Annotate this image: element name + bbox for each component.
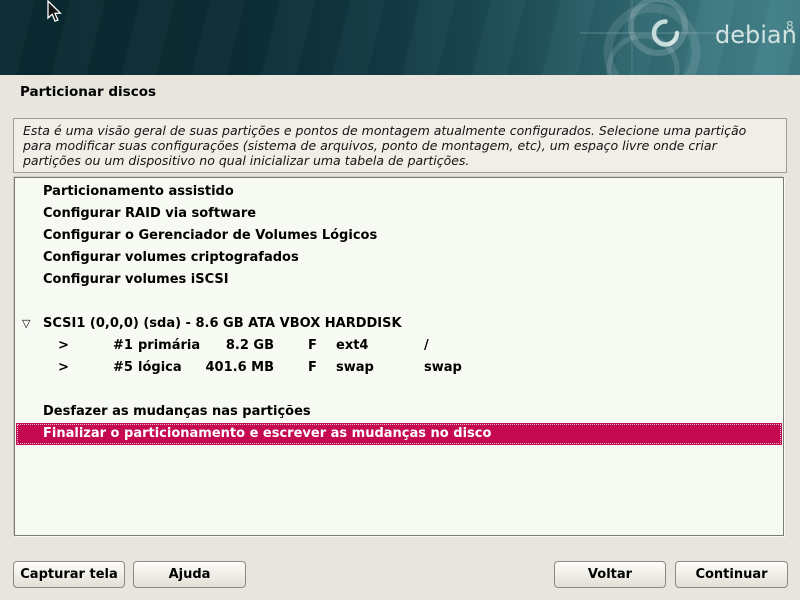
- menu-item-label: Configurar RAID via software: [43, 203, 256, 225]
- description-box: Esta é uma visão geral de suas partições…: [13, 118, 787, 173]
- menu-item-label: Desfazer as mudanças nas partições: [43, 401, 311, 423]
- partition-list-rows: Particionamento assistido Configurar RAI…: [16, 179, 782, 534]
- partition-number: #1: [113, 335, 133, 357]
- empty-row: [16, 291, 782, 313]
- partition-format-flag: F: [308, 357, 317, 379]
- partition-row-5[interactable]: > #5 lógica 401.6 MB F swap swap: [16, 357, 782, 379]
- menu-item-configure-encrypted[interactable]: Configurar volumes criptografados: [16, 247, 782, 269]
- partition-mountpoint: /: [424, 335, 429, 357]
- description-text: Esta é uma visão geral de suas partições…: [23, 123, 746, 168]
- partition-mountpoint: swap: [424, 357, 462, 379]
- partition-filesystem: swap: [336, 357, 374, 379]
- header-banner: debian 8: [0, 0, 800, 75]
- help-button[interactable]: Ajuda: [133, 561, 246, 588]
- menu-item-guided-partitioning[interactable]: Particionamento assistido: [16, 181, 782, 203]
- menu-item-label: Configurar o Gerenciador de Volumes Lógi…: [43, 225, 377, 247]
- menu-item-label: Particionamento assistido: [43, 181, 234, 203]
- screenshot-button[interactable]: Capturar tela: [13, 561, 125, 588]
- debian-version: 8: [786, 19, 794, 33]
- debian-logo: debian 8: [580, 0, 800, 75]
- debian-wordmark: debian: [715, 21, 797, 49]
- mouse-cursor: [46, 0, 64, 24]
- disk-row-sda[interactable]: ▽ SCSI1 (0,0,0) (sda) - 8.6 GB ATA VBOX …: [16, 313, 782, 335]
- partition-size: 8.2 GB: [166, 335, 274, 357]
- partition-row-1[interactable]: > #1 primária 8.2 GB F ext4 /: [16, 335, 782, 357]
- partition-filesystem: ext4: [336, 335, 368, 357]
- menu-item-configure-iscsi[interactable]: Configurar volumes iSCSI: [16, 269, 782, 291]
- menu-item-configure-raid[interactable]: Configurar RAID via software: [16, 203, 782, 225]
- menu-item-label: Configurar volumes criptografados: [43, 247, 299, 269]
- expander-collapsed-icon[interactable]: >: [58, 357, 69, 379]
- expander-collapsed-icon[interactable]: >: [58, 335, 69, 357]
- disk-label: SCSI1 (0,0,0) (sda) - 8.6 GB ATA VBOX HA…: [43, 313, 402, 335]
- back-button[interactable]: Voltar: [554, 561, 666, 588]
- menu-item-finish-partitioning[interactable]: Finalizar o particionamento e escrever a…: [16, 423, 782, 445]
- expander-open-icon[interactable]: ▽: [22, 313, 30, 335]
- menu-item-undo-changes[interactable]: Desfazer as mudanças nas partições: [16, 401, 782, 423]
- continue-button[interactable]: Continuar: [675, 561, 788, 588]
- partition-number: #5: [113, 357, 133, 379]
- partition-size: 401.6 MB: [166, 357, 274, 379]
- menu-item-label: Finalizar o particionamento e escrever a…: [43, 423, 491, 445]
- partition-format-flag: F: [308, 335, 317, 357]
- menu-item-configure-lvm[interactable]: Configurar o Gerenciador de Volumes Lógi…: [16, 225, 782, 247]
- partition-list[interactable]: Particionamento assistido Configurar RAI…: [14, 177, 784, 536]
- empty-row: [16, 379, 782, 401]
- page-title: Particionar discos: [20, 84, 156, 100]
- menu-item-label: Configurar volumes iSCSI: [43, 269, 229, 291]
